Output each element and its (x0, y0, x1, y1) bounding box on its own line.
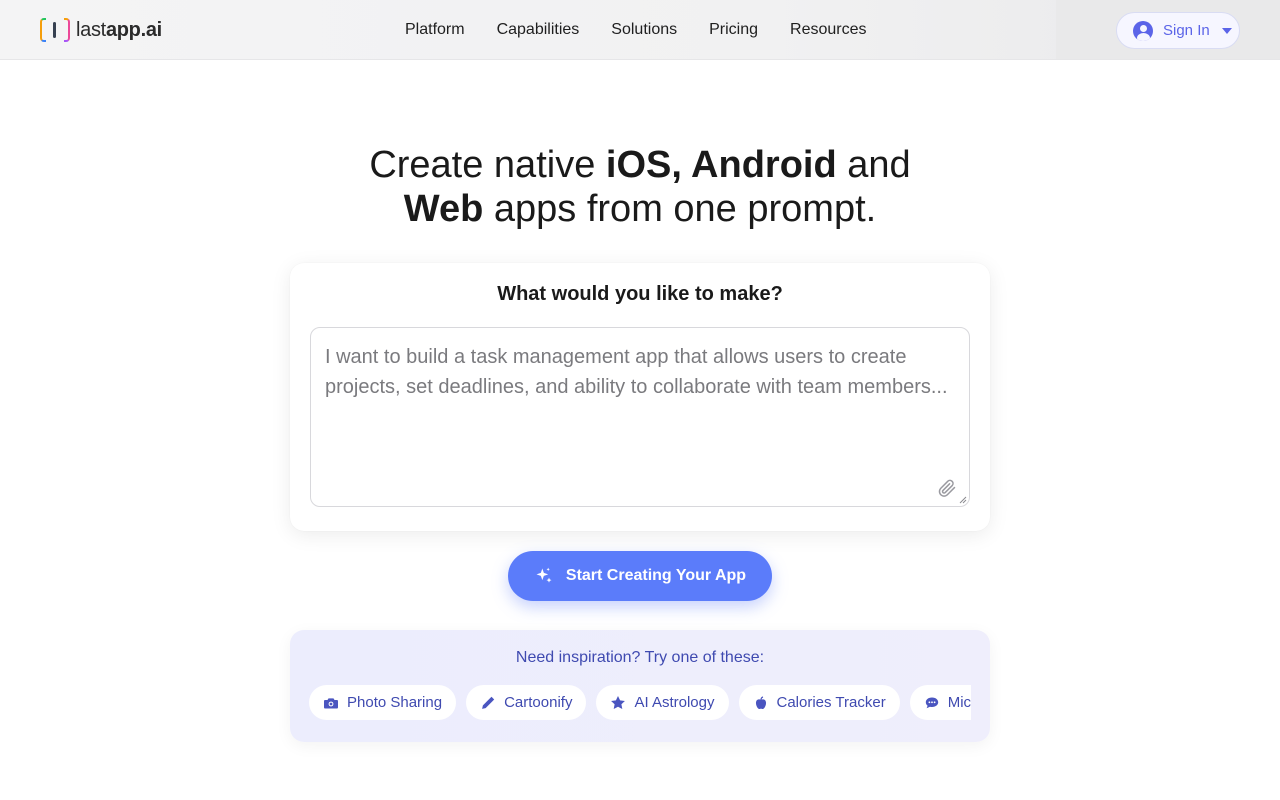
nav-pricing[interactable]: Pricing (709, 21, 758, 39)
chip-label: Micro (947, 694, 971, 711)
chip-cartoonify[interactable]: Cartoonify (466, 685, 587, 720)
hero-text: Create native (369, 144, 606, 186)
hero-heading: Create native iOS, Android and Web apps … (0, 143, 1280, 231)
main-nav: Platform Capabilities Solutions Pricing … (405, 0, 867, 59)
inspiration-title: Need inspiration? Try one of these: (515, 649, 765, 666)
chip-label: Photo Sharing (347, 694, 443, 711)
user-avatar-icon (1133, 20, 1153, 41)
sign-in-button[interactable]: Sign In (1116, 12, 1240, 49)
pencil-icon (482, 696, 495, 709)
chip-micro[interactable]: Micro (909, 685, 971, 720)
nav-resources[interactable]: Resources (790, 21, 866, 39)
paperclip-icon[interactable] (937, 478, 957, 498)
chevron-down-icon (1221, 27, 1232, 34)
hero-text-bold: iOS, Android (605, 144, 837, 186)
chip-calories-tracker[interactable]: Calories Tracker (738, 685, 900, 720)
sign-in-label: Sign In (1163, 22, 1210, 39)
camera-icon (324, 697, 338, 708)
top-navbar: lastapp.ai Platform Capabilities Solutio… (0, 0, 1280, 60)
chip-ai-astrology[interactable]: AI Astrology (596, 685, 729, 720)
start-creating-button[interactable]: Start Creating Your App (508, 551, 772, 601)
inspiration-panel: Need inspiration? Try one of these: Phot… (290, 630, 990, 742)
apple-icon (755, 695, 766, 709)
hero-text: apps from one prompt. (483, 188, 877, 230)
chip-photo-sharing[interactable]: Photo Sharing (309, 685, 457, 720)
inspiration-chips: Photo Sharing Cartoonify AI Astrology Ca… (309, 685, 971, 720)
star-icon (611, 695, 626, 709)
nav-platform[interactable]: Platform (405, 21, 465, 39)
prompt-textarea[interactable] (311, 328, 969, 506)
chip-label: Cartoonify (504, 694, 573, 711)
logo-text-bold: app.ai (105, 18, 162, 41)
logo-text: lastapp.ai (76, 19, 162, 42)
logo[interactable]: lastapp.ai (40, 16, 162, 44)
prompt-card: What would you like to make? (290, 263, 990, 531)
hero-text: and (836, 144, 911, 186)
start-creating-label: Start Creating Your App (565, 567, 747, 584)
chat-icon (925, 697, 938, 708)
hero-text-bold: Web (403, 188, 484, 230)
inspiration-chips-scroller[interactable]: Photo Sharing Cartoonify AI Astrology Ca… (309, 685, 971, 721)
resize-handle-icon[interactable] (959, 496, 967, 504)
sparkle-icon (536, 567, 552, 583)
nav-capabilities[interactable]: Capabilities (497, 21, 580, 39)
nav-solutions[interactable]: Solutions (611, 21, 677, 39)
logo-mark-icon (40, 16, 70, 44)
prompt-card-title: What would you like to make? (497, 283, 783, 305)
chip-label: AI Astrology (634, 694, 715, 711)
prompt-box (310, 327, 970, 507)
logo-text-light: last (76, 18, 106, 41)
chip-label: Calories Tracker (776, 694, 886, 711)
